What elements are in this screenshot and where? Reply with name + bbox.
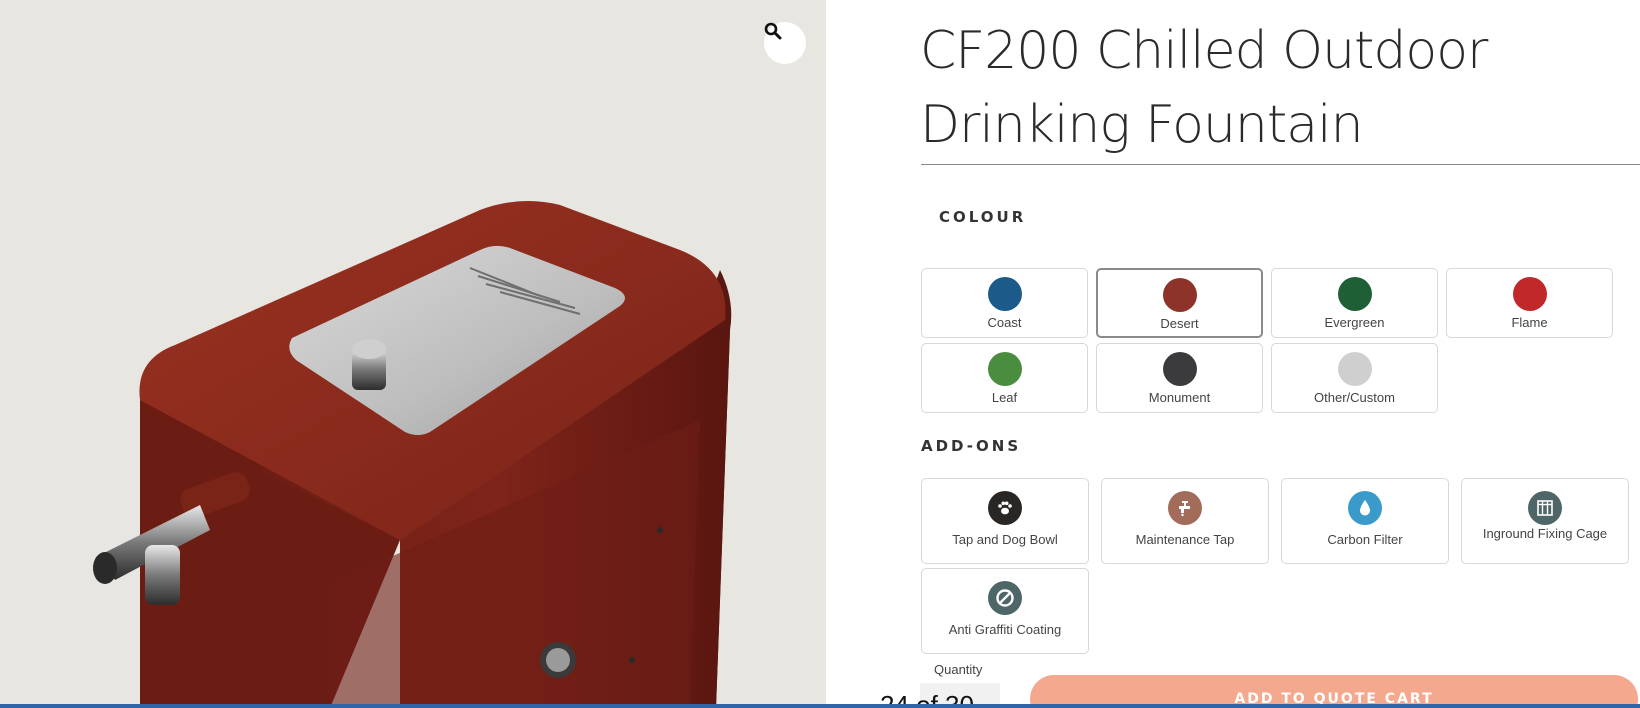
addon-option-label: Carbon Filter xyxy=(1327,532,1403,547)
no-sign-icon xyxy=(988,581,1022,615)
colour-dot xyxy=(1512,277,1547,311)
addon-option-label: Maintenance Tap xyxy=(1135,532,1235,547)
addon-option-label: Inground Fixing Cage xyxy=(1482,526,1608,541)
water-drop-icon xyxy=(1348,491,1382,525)
paw-icon xyxy=(988,491,1022,525)
colour-dot xyxy=(1162,352,1197,386)
addon-option-anti-graffiti-coating[interactable]: Anti Graffiti Coating xyxy=(921,568,1089,654)
addon-option-maintenance-tap[interactable]: Maintenance Tap xyxy=(1101,478,1269,564)
addon-option-carbon-filter[interactable]: Carbon Filter xyxy=(1281,478,1449,564)
colour-option-evergreen[interactable]: Evergreen xyxy=(1271,268,1438,338)
title-divider xyxy=(921,164,1640,165)
magnifier-icon xyxy=(764,22,782,40)
colour-option-label: Leaf xyxy=(991,390,1018,405)
colour-option-leaf[interactable]: Leaf xyxy=(921,343,1088,413)
colour-option-monument[interactable]: Monument xyxy=(1096,343,1263,413)
colour-option-label: Evergreen xyxy=(1324,315,1385,330)
colour-option-label: Coast xyxy=(987,315,1022,330)
addon-option-inground-fixing-cage[interactable]: Inground Fixing Cage xyxy=(1461,478,1629,564)
colour-option-other-custom[interactable]: Other/Custom xyxy=(1271,343,1438,413)
colour-option-coast[interactable]: Coast xyxy=(921,268,1088,338)
colour-dot xyxy=(1337,352,1372,386)
product-title: CF200 Chilled Outdoor Drinking Fountain xyxy=(920,14,1600,162)
colour-option-label: Flame xyxy=(1511,315,1548,330)
addon-option-label: Anti Graffiti Coating xyxy=(948,622,1062,637)
quantity-label: Quantity xyxy=(934,662,983,677)
colour-dot xyxy=(987,277,1022,311)
tap-icon xyxy=(1168,491,1202,525)
addon-option-tap-and-dog-bowl[interactable]: Tap and Dog Bowl xyxy=(921,478,1089,564)
product-image xyxy=(93,201,732,708)
colour-option-label: Monument xyxy=(1148,390,1211,405)
colour-option-desert[interactable]: Desert xyxy=(1096,268,1263,338)
product-gallery xyxy=(0,0,826,708)
product-title-line1: CF200 Chilled Outdoor xyxy=(920,21,1488,81)
colour-dot xyxy=(1337,277,1372,311)
colour-section-label: COLOUR xyxy=(939,208,1027,226)
colour-dot xyxy=(1162,278,1197,312)
cage-icon xyxy=(1528,491,1562,525)
colour-dot xyxy=(987,352,1022,386)
colour-option-label: Other/Custom xyxy=(1314,390,1395,405)
addon-option-label: Tap and Dog Bowl xyxy=(952,532,1058,547)
addons-section-label: ADD-ONS xyxy=(921,437,1022,455)
zoom-button[interactable] xyxy=(764,22,806,64)
bottom-bar xyxy=(0,704,1640,708)
colour-option-flame[interactable]: Flame xyxy=(1446,268,1613,338)
product-title-line2: Drinking Fountain xyxy=(920,95,1364,155)
colour-option-label: Desert xyxy=(1160,316,1199,331)
